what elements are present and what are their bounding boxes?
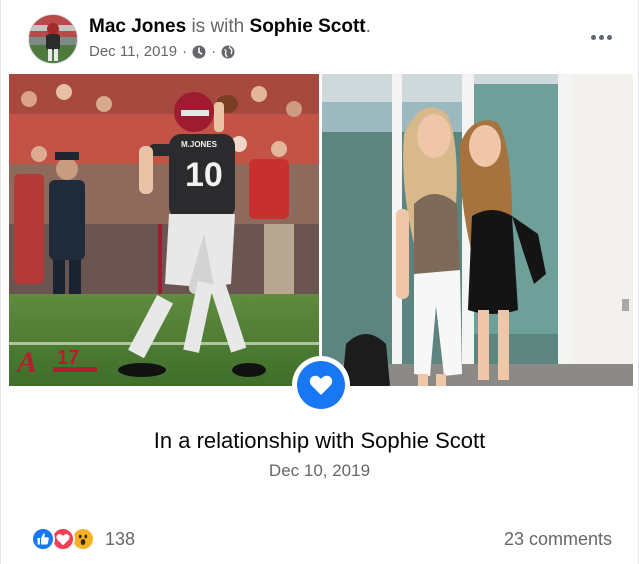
life-event-date: Dec 10, 2019: [268, 461, 371, 480]
comments-count-link[interactable]: 23 comments: [504, 529, 612, 550]
relationship-badge: [292, 356, 350, 414]
author-name-link[interactable]: Mac Jones: [89, 16, 186, 37]
relationship-badge-inner: [297, 361, 345, 409]
reaction-count: 138: [105, 528, 136, 549]
avatar[interactable]: [28, 14, 78, 64]
photo-couple[interactable]: [322, 74, 633, 386]
clock-icon: [192, 45, 206, 58]
meta-separator: ·: [182, 43, 188, 60]
heart-icon: [309, 375, 333, 395]
more-options-button[interactable]: [588, 26, 614, 48]
jersey-name-text: M.JONES: [181, 140, 218, 149]
like-icon: [31, 527, 55, 551]
photo-football[interactable]: M.JONES 10 A 17: [9, 74, 319, 386]
period-text: .: [365, 16, 371, 37]
globe-icon[interactable]: [221, 45, 235, 59]
post-header: Mac Jones is with Sophie Scott. Dec 11, …: [1, 0, 638, 74]
reactions-summary[interactable]: 138: [31, 527, 135, 551]
post-date-link[interactable]: Dec 11, 2019: [89, 43, 177, 60]
post-meta: Dec 11, 2019 · ·: [89, 43, 235, 60]
meta-separator-2: ·: [211, 43, 217, 60]
photo-grid: M.JONES 10 A 17: [9, 74, 633, 386]
life-event-title: In a relationship with Sophie Scott: [153, 428, 486, 453]
football-photo-image: M.JONES 10 A 17: [9, 74, 319, 386]
jersey-number-text: 10: [185, 156, 223, 194]
post-card: Mac Jones is with Sophie Scott. Dec 11, …: [0, 0, 639, 564]
dot-icon: [606, 34, 612, 40]
alabama-logo-text: A: [15, 346, 37, 379]
couple-photo-image: [322, 74, 633, 386]
avatar-image: [29, 15, 77, 63]
post-author-line: Mac Jones is with Sophie Scott.: [89, 16, 371, 38]
dot-icon: [590, 34, 596, 40]
championships-logo-text: 17: [57, 347, 79, 369]
tagged-name-link[interactable]: Sophie Scott: [250, 16, 366, 37]
dot-icon: [598, 34, 604, 40]
with-text: is with: [191, 16, 245, 37]
